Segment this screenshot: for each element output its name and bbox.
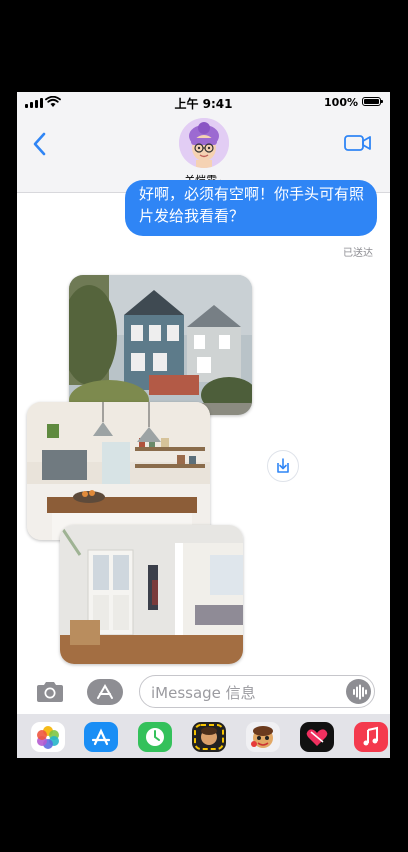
message-text: 好啊，必须有空啊！你手头可有照片发给我看看？ [139,185,365,225]
photo-houses-image [69,275,252,415]
status-bar: 上午 9:41 100% [17,92,390,114]
sent-message-bubble[interactable]: 好啊，必须有空啊！你手头可有照片发给我看看？ [125,180,377,236]
audio-message-icon[interactable] [346,679,371,704]
photo-kitchen[interactable] [27,402,210,540]
photos-app-icon[interactable] [31,722,65,752]
battery-percent: 100% [324,96,358,109]
digital-touch-icon[interactable] [300,722,334,752]
photo-houses[interactable] [69,275,252,415]
app-store-toggle-button[interactable] [87,679,123,705]
message-input-placeholder: iMessage 信息 [151,684,256,702]
app-drawer [17,714,390,758]
activity-app-icon[interactable] [138,722,172,752]
battery-icon [362,97,383,106]
back-chevron-icon[interactable] [33,132,47,156]
contact-avatar[interactable] [179,118,229,168]
message-input[interactable]: iMessage 信息 [139,675,375,708]
app-store-a-icon [97,684,113,699]
memoji-avatar-icon [179,118,229,168]
photo-hallway[interactable] [60,525,243,664]
photo-kitchen-image [27,402,210,540]
app-store-icon[interactable] [84,722,118,752]
download-icon [277,458,289,473]
photo-hallway-image [60,525,243,664]
memoji-app-icon[interactable] [192,722,226,752]
music-app-icon[interactable] [354,722,388,752]
save-photos-button[interactable] [267,450,299,482]
facetime-video-icon[interactable] [344,134,372,152]
memoji-stickers-icon[interactable] [246,722,280,752]
camera-icon[interactable] [35,681,65,703]
messages-screen: 上午 9:41 100% 关恺霖› [17,92,390,758]
delivery-status: 已送达 [343,248,373,259]
